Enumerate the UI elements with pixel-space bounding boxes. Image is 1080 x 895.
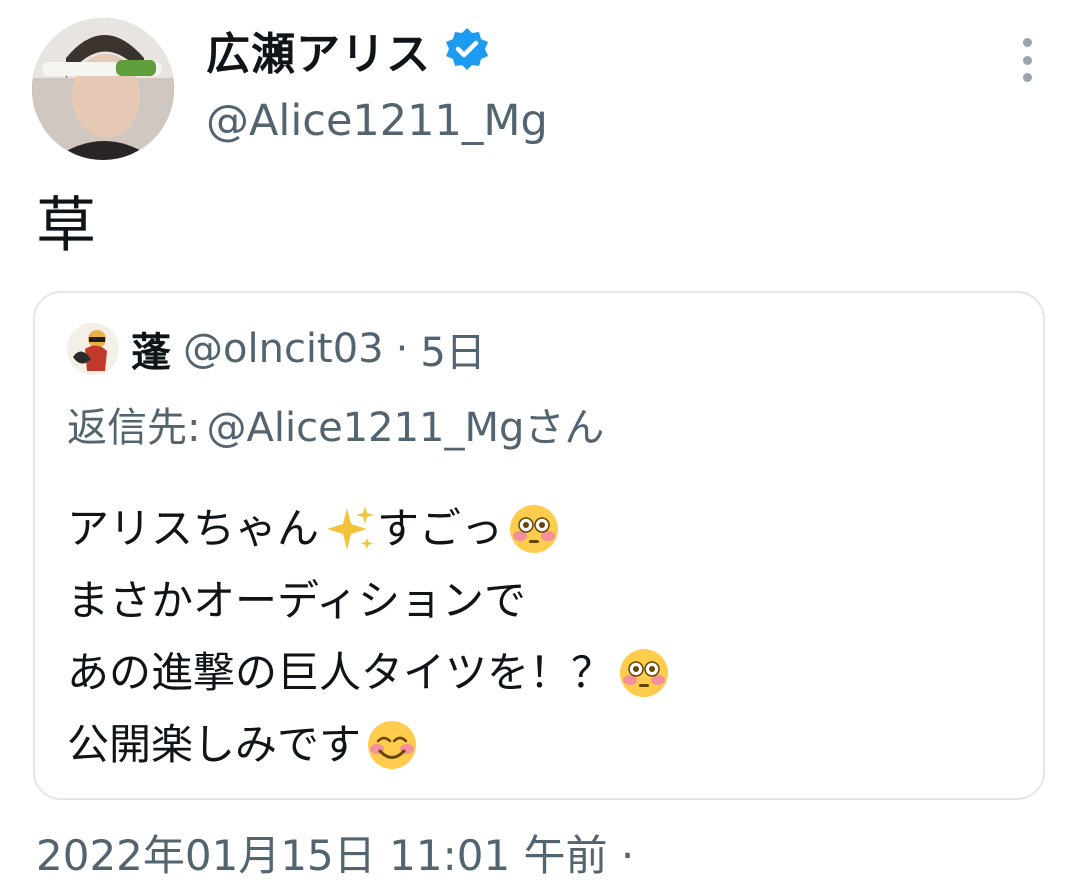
- separator-dot: ·: [395, 326, 409, 372]
- quoted-author-avatar[interactable]: [67, 323, 119, 375]
- quoted-author-handle[interactable]: @olncit03: [183, 326, 384, 372]
- quoted-tweet-time[interactable]: 5日: [420, 320, 485, 378]
- author-display-name[interactable]: 広瀬アリス: [206, 18, 431, 82]
- more-options-icon[interactable]: [1010, 38, 1044, 82]
- quoted-line-2: まさかオーディションで: [67, 565, 671, 637]
- quoted-line-text: あの進撃の巨人タイツを！？: [67, 648, 614, 697]
- reply-to-mention[interactable]: @Alice1211_Mgさん: [206, 395, 604, 453]
- quoted-line-text: まさかオーディションで: [67, 576, 527, 625]
- quoted-tweet-card[interactable]: 蓬 @olncit03 · 5日 返信先: @Alice1211_Mgさん アリ…: [33, 291, 1045, 800]
- flushed-face-emoji-icon: [507, 502, 561, 556]
- reply-to-line: 返信先: @Alice1211_Mgさん: [67, 395, 604, 453]
- quoted-line-3: あの進撃の巨人タイツを！？: [67, 637, 671, 709]
- quoted-author-name[interactable]: 蓬: [131, 320, 171, 378]
- quoted-line-1: アリスちゃん すごっ: [67, 493, 671, 565]
- quoted-tweet-text: アリスちゃん すごっ まさかオーディションで あの進撃の巨人タイツを！？ 公開楽…: [67, 493, 671, 781]
- quoted-line-4: 公開楽しみです: [67, 709, 671, 781]
- tweet-text: 草: [36, 191, 96, 261]
- verified-badge-icon: [443, 26, 491, 74]
- quoted-line-text: すごっ: [377, 504, 504, 553]
- sparkles-emoji-icon: [323, 502, 377, 556]
- quoted-tweet-header: 蓬 @olncit03 · 5日: [67, 319, 486, 379]
- author-handle[interactable]: @Alice1211_Mg: [206, 96, 548, 146]
- author-avatar[interactable]: [32, 18, 174, 160]
- tweet-timestamp[interactable]: 2022年01月15日 11:01 午前 ·: [36, 822, 634, 883]
- reply-to-label: 返信先:: [67, 405, 201, 451]
- flushed-face-emoji-icon: [617, 646, 671, 700]
- quoted-line-text: 公開楽しみです: [67, 720, 362, 769]
- quoted-line-text: アリスちゃん: [67, 504, 320, 553]
- smiling-face-emoji-icon: [365, 718, 419, 772]
- author-name-row: 広瀬アリス: [206, 18, 491, 82]
